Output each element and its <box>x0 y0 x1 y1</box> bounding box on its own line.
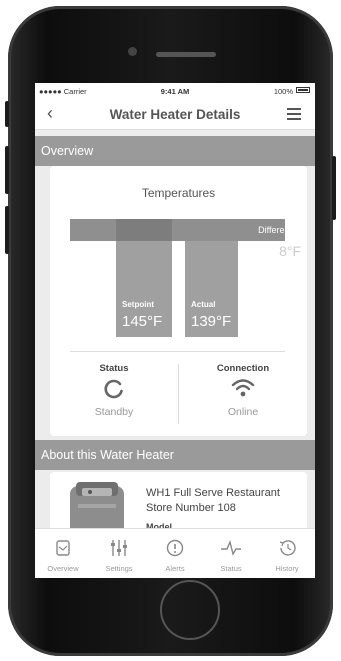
navigation-bar: ‹ Water Heater Details <box>35 99 315 130</box>
pulse-icon <box>221 539 241 556</box>
water-heater-name: WH1 Full Serve Restaurant Store Number 1… <box>146 487 280 514</box>
divider <box>70 351 285 352</box>
power-button <box>332 156 336 220</box>
differential-label: Differential <box>258 225 301 235</box>
volume-down-button <box>5 206 9 254</box>
setpoint-label: Setpoint <box>122 300 154 309</box>
connection-title: Connection <box>216 363 270 374</box>
page-title: Water Heater Details <box>109 107 241 122</box>
differential-band <box>70 219 285 241</box>
overview-icon <box>56 540 70 556</box>
tab-label: Status <box>220 564 242 573</box>
alert-icon <box>166 539 184 557</box>
refresh-circle-icon <box>104 379 123 399</box>
overview-section-header: Overview <box>35 136 315 166</box>
tab-label: Alerts <box>165 564 185 573</box>
tab-status[interactable]: Status <box>203 529 259 578</box>
battery-percent: 100% <box>273 87 293 96</box>
tab-history[interactable]: History <box>259 529 315 578</box>
wifi-icon <box>231 379 255 397</box>
volume-up-button <box>5 146 9 194</box>
actual-label: Actual <box>191 300 216 309</box>
hamburger-menu-icon[interactable] <box>287 108 301 123</box>
sliders-icon <box>111 540 127 556</box>
temperatures-card: Temperatures Differential 8°F Setpoint 1… <box>50 166 307 436</box>
tab-label: Settings <box>105 564 133 573</box>
setpoint-differential-overlap <box>116 219 172 241</box>
differential-value: 8°F <box>279 243 301 259</box>
tab-label: Overview <box>47 564 79 573</box>
front-camera <box>128 47 137 56</box>
tab-label: History <box>275 564 299 573</box>
temperatures-title: Temperatures <box>141 186 216 200</box>
setpoint-value: 145°F <box>122 313 163 330</box>
status-value: Standby <box>94 406 134 418</box>
status-title: Status <box>99 363 129 374</box>
connection-value: Online <box>227 406 259 418</box>
tab-settings[interactable]: Settings <box>91 529 147 578</box>
battery-icon <box>296 87 310 93</box>
mute-switch <box>5 101 9 127</box>
divider <box>178 364 179 424</box>
about-section-header: About this Water Heater <box>35 440 315 470</box>
history-icon <box>279 540 296 556</box>
status-bar: ●●●●● Carrier 9:41 AM 100% <box>35 83 315 99</box>
actual-value: 139°F <box>191 313 232 330</box>
tab-bar: Overview Settings Alerts Status History <box>35 528 315 578</box>
tab-overview[interactable]: Overview <box>35 529 91 578</box>
tab-alerts[interactable]: Alerts <box>147 529 203 578</box>
home-button[interactable] <box>160 580 220 640</box>
app-screen: ●●●●● Carrier 9:41 AM 100% ‹ Water Heate… <box>35 83 315 578</box>
earpiece-speaker <box>156 52 216 57</box>
